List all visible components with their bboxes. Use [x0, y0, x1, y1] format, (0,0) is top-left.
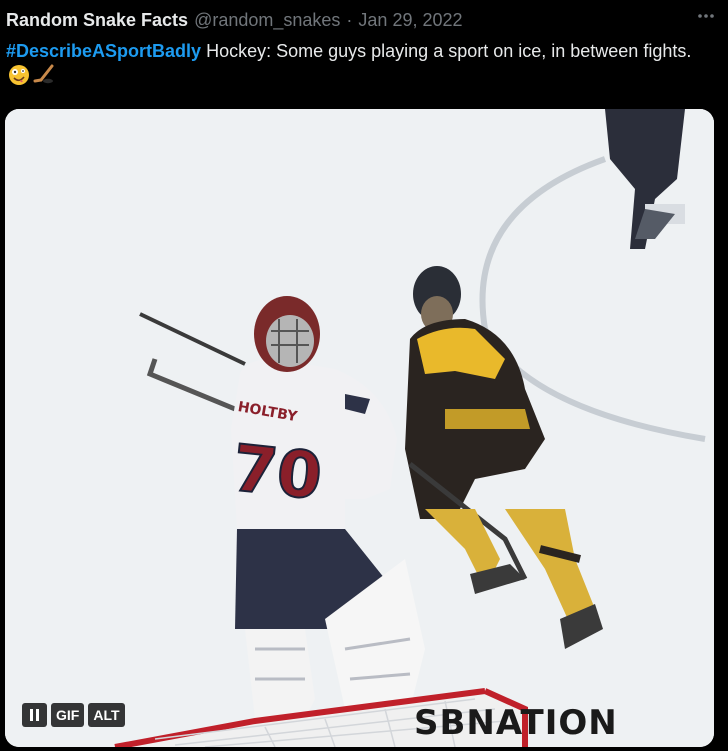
gif-controls: GIF ALT — [22, 703, 125, 727]
hockey-stick-emoji — [32, 64, 56, 93]
meta-separator: · — [346, 9, 353, 30]
author-name[interactable]: Random Snake Facts — [6, 10, 188, 31]
zany-face-emoji — [8, 64, 30, 93]
pause-icon — [27, 703, 42, 727]
hashtag-link[interactable]: #DescribeASportBadly — [6, 41, 201, 61]
more-options-button[interactable] — [692, 4, 720, 28]
tweet-body: Hockey: Some guys playing a sport on ice… — [201, 41, 692, 61]
alt-text-button[interactable]: ALT — [88, 703, 125, 727]
tweet-date[interactable]: Jan 29, 2022 — [358, 10, 462, 31]
tweet-text: #DescribeASportBadly Hockey: Some guys p… — [6, 38, 706, 93]
tweet-header: Random Snake Facts @random_snakes · Jan … — [6, 8, 718, 32]
gif-media[interactable]: HOLTBY 70 — [5, 109, 714, 747]
author-handle[interactable]: @random_snakes — [194, 10, 340, 31]
more-horizontal-icon — [698, 14, 714, 18]
jersey-number: 70 — [229, 432, 325, 515]
hockey-scene-image: HOLTBY 70 — [5, 109, 714, 747]
pause-button[interactable] — [22, 703, 47, 727]
gif-badge: GIF — [51, 703, 85, 727]
sbnation-watermark: SBNATION — [414, 703, 618, 743]
